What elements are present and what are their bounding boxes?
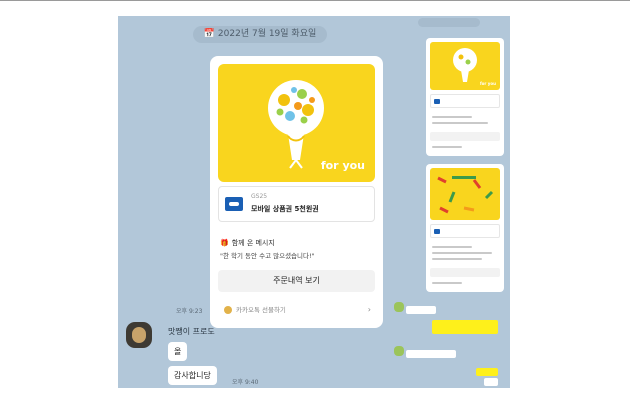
side-avatar bbox=[394, 302, 404, 312]
for-you-label: for you bbox=[320, 159, 365, 172]
calendar-icon: 📅 bbox=[203, 29, 215, 39]
gs25-logo bbox=[225, 197, 243, 211]
side-gift-card bbox=[426, 164, 504, 292]
side-outgoing-bubble bbox=[432, 320, 498, 334]
side-gift-hero: for you bbox=[430, 42, 500, 90]
gift-icon: 🎁 bbox=[220, 239, 229, 247]
side-date-divider bbox=[418, 18, 480, 27]
side-text-line bbox=[432, 282, 462, 284]
side-gs25-logo bbox=[434, 99, 440, 104]
side-message-bubble bbox=[406, 350, 456, 358]
side-text-line bbox=[432, 246, 472, 248]
chat-room-side-preview: for you bbox=[392, 16, 510, 388]
side-text-line bbox=[432, 252, 492, 254]
side-message-bubble bbox=[484, 378, 498, 386]
message-bubble[interactable]: 올 bbox=[168, 342, 188, 361]
date-divider: 📅 2022년 7월 19일 화요일 bbox=[193, 26, 327, 43]
side-text-line bbox=[432, 116, 472, 118]
side-outgoing-bubble bbox=[476, 368, 498, 376]
top-divider-line bbox=[0, 0, 630, 1]
gift-message-header: 🎁 함께 온 메시지 bbox=[220, 238, 375, 248]
kakao-gift-icon bbox=[224, 306, 232, 314]
side-product-row bbox=[430, 224, 500, 238]
date-divider-text: 2022년 7월 19일 화요일 bbox=[217, 29, 317, 39]
gift-footer-label: 카카오톡 선물하기 bbox=[236, 306, 286, 314]
confetti-icon bbox=[437, 176, 494, 214]
side-text-line bbox=[432, 122, 488, 124]
side-avatar bbox=[394, 346, 404, 356]
gift-hero-image[interactable]: for you bbox=[218, 64, 375, 182]
gift-message-block: 🎁 함께 온 메시지 "한 학기 동안 수고 많으셨습니다!" bbox=[220, 238, 375, 260]
gift-footer-link[interactable]: 카카오톡 선물하기 › bbox=[218, 300, 375, 320]
side-for-you-label: for you bbox=[479, 81, 496, 86]
gift-message-body: "한 학기 동안 수고 많으셨습니다!" bbox=[220, 252, 315, 260]
sender-name: 맛쨍이 프로도 bbox=[168, 327, 215, 336]
product-brand: GS25 bbox=[251, 193, 268, 200]
message-bubble[interactable]: 감사합니당 bbox=[168, 366, 217, 385]
side-gs25-logo bbox=[434, 229, 440, 234]
side-product-row bbox=[430, 94, 500, 108]
chevron-right-icon: › bbox=[367, 305, 371, 314]
side-order-button bbox=[430, 132, 500, 141]
side-text-line bbox=[432, 258, 482, 260]
side-text-line bbox=[432, 146, 462, 148]
gift-message-title: 함께 온 메시지 bbox=[231, 239, 275, 247]
chat-room-main[interactable]: 📅 2022년 7월 19일 화요일 for you GS25 모바일 상품권 … bbox=[118, 16, 408, 388]
side-gift-hero bbox=[430, 168, 500, 220]
side-message-bubble bbox=[406, 306, 436, 314]
avatar[interactable] bbox=[126, 322, 152, 348]
product-name: 모바일 상품권 5천원권 bbox=[251, 205, 319, 213]
gift-message-card[interactable]: for you GS25 모바일 상품권 5천원권 🎁 함께 온 메시지 "한 … bbox=[210, 56, 383, 328]
message-timestamp: 오후 9:40 bbox=[232, 379, 259, 386]
side-gift-card: for you bbox=[426, 38, 504, 156]
product-info-row[interactable]: GS25 모바일 상품권 5천원권 bbox=[218, 186, 375, 222]
order-history-button[interactable]: 주문내역 보기 bbox=[218, 270, 375, 292]
gift-timestamp: 오후 9:23 bbox=[176, 308, 203, 315]
side-order-button bbox=[430, 268, 500, 277]
